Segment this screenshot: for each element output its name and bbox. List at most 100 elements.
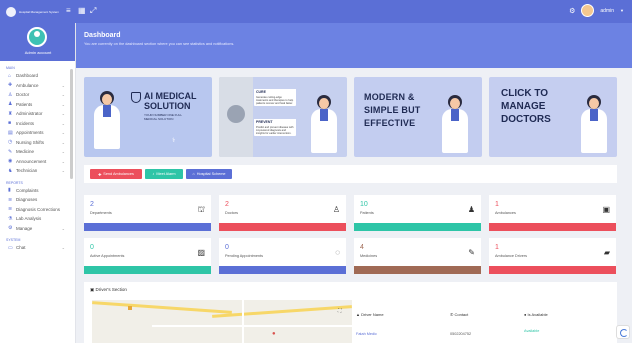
chevron-down-icon: ⌄ bbox=[61, 168, 65, 174]
sidebar-item-patients[interactable]: ♟ Patients ⌄ bbox=[0, 100, 75, 110]
manage-icon: ⚙ bbox=[8, 225, 13, 232]
stat-card-active-appointments[interactable]: 0 Active Appointments ▨ bbox=[84, 238, 211, 274]
meet-alarm-button[interactable]: ♪ Meet Alarm bbox=[145, 169, 183, 179]
sidebar-item-diagnosis-corrections[interactable]: ≋ Diagnosis Corrections bbox=[0, 205, 75, 215]
col-status-label: Is Available bbox=[527, 312, 548, 317]
diagnose-icon: ≋ bbox=[8, 206, 13, 213]
sidebar-item-ambulance[interactable]: ✚ Ambulance ⌄ bbox=[0, 81, 75, 91]
sidebar-item-medicine[interactable]: ✎ Medicine ⌄ bbox=[0, 147, 75, 157]
stat-value: 0 bbox=[90, 244, 94, 251]
pill-icon: ✎ bbox=[8, 148, 13, 155]
stat-card-doctors[interactable]: 2 Doctors ♙ bbox=[219, 195, 346, 231]
sidebar-item-diagnoses[interactable]: ≋ Diagnoses bbox=[0, 195, 75, 205]
map-pin-icon[interactable]: ● bbox=[272, 331, 276, 337]
chat-icon: ▭ bbox=[8, 244, 13, 251]
page-title: Dashboard bbox=[84, 32, 121, 39]
sidebar-item-administrator[interactable]: ♜ Administrator ⌄ bbox=[0, 109, 75, 119]
stat-value: 2 bbox=[90, 201, 94, 208]
stat-card-departments[interactable]: 2 Departments ⛫ bbox=[84, 195, 211, 231]
driver-name-cell[interactable]: Fatah Medic bbox=[356, 332, 377, 336]
chevron-down-icon: ⌄ bbox=[61, 225, 65, 231]
banner-ai-medical[interactable]: AI MEDICAL SOLUTION YOUR NUMBER ONE FULL… bbox=[84, 77, 212, 157]
profile-avatar[interactable] bbox=[27, 27, 47, 47]
menu-toggle-icon[interactable]: ≡ bbox=[66, 6, 71, 16]
banner-manage-doctors[interactable]: CLICK TO MANAGE DOCTORS bbox=[489, 77, 617, 157]
ambulance-icon: ✚ bbox=[8, 82, 13, 89]
sidebar-item-manage[interactable]: ⚙ Manage ⌄ bbox=[0, 224, 75, 234]
stat-value: 1 bbox=[495, 201, 499, 208]
chevron-down-icon: ⌄ bbox=[61, 101, 65, 107]
sidebar-item-nursing-shifts[interactable]: ◷ Nursing Shifts ⌄ bbox=[0, 138, 75, 148]
sidebar-item-complaints[interactable]: ▮ Complaints bbox=[0, 186, 75, 196]
sidebar-item-label: Patients bbox=[16, 101, 33, 107]
chevron-down-icon: ⌄ bbox=[61, 120, 65, 126]
chevron-down-icon: ⌄ bbox=[61, 130, 65, 136]
chevron-down-icon: ⌄ bbox=[61, 245, 65, 251]
top-bar: Hospital Management System ≡ ▦ ⤢ ⚙ admin… bbox=[0, 0, 632, 23]
meet-alarm-label: Meet Alarm bbox=[156, 172, 176, 176]
sidebar-item-doctor[interactable]: ♙ Doctor ⌄ bbox=[0, 90, 75, 100]
ambulance-icon: ▣ bbox=[602, 205, 610, 214]
map-fullscreen-icon[interactable]: ⛶ bbox=[338, 308, 342, 314]
sidebar-item-incidents[interactable]: ■ Incidents ⌄ bbox=[0, 119, 75, 129]
stat-card-medicines[interactable]: 4 Medicines ✎ bbox=[354, 238, 481, 274]
sidebar-item-dashboard[interactable]: ⌂ Dashboard bbox=[0, 71, 75, 81]
sidebar: Admin account MAIN ⌂ Dashboard ✚ Ambulance ⌄ ♙… bbox=[0, 23, 76, 343]
bell-icon: ♪ bbox=[152, 172, 155, 176]
stat-value: 2 bbox=[225, 201, 229, 208]
map-road bbox=[212, 305, 352, 318]
user-menu[interactable]: admin bbox=[600, 8, 614, 14]
chevron-down-icon: ⌄ bbox=[61, 111, 65, 117]
avatar[interactable] bbox=[581, 4, 595, 17]
send-ambulance-label: Send Ambulances bbox=[103, 172, 134, 176]
stat-card-patients[interactable]: 10 Patients ♟ bbox=[354, 195, 481, 231]
grid-icon[interactable]: ▦ bbox=[78, 6, 86, 16]
sidebar-item-lab-analysis[interactable]: ⚗ Lab Analysis bbox=[0, 214, 75, 224]
stat-card-pending-appointments[interactable]: 0 Pending Appointments ◌ bbox=[219, 238, 346, 274]
sidebar-item-label: Lab Analysis bbox=[16, 216, 42, 222]
calendar-check-icon: ▨ bbox=[197, 248, 205, 257]
stat-color-stripe bbox=[219, 223, 346, 231]
hospital-scheme-button[interactable]: ⌂ Hospital Scheme bbox=[186, 169, 232, 179]
stat-label: Pending Appointments bbox=[225, 254, 263, 258]
stat-color-stripe bbox=[84, 223, 211, 231]
settings-icon[interactable]: ⚙ bbox=[569, 7, 575, 15]
sidebar-item-label: Ambulance bbox=[16, 82, 39, 88]
driver-status-cell: Available bbox=[524, 329, 540, 333]
map[interactable]: ● bbox=[92, 300, 352, 343]
fullscreen-icon[interactable]: ⤢ bbox=[90, 6, 96, 16]
banner-subtitle: YOUR NUMBER ONE FULL MEDICAL SOLUTION bbox=[144, 113, 182, 121]
sidebar-item-label: Doctor bbox=[16, 92, 30, 98]
banner-modern-simple[interactable]: MODERN & SIMPLE BUT EFFECTIVE bbox=[354, 77, 482, 157]
ambulance-icon: ✚ bbox=[98, 172, 102, 177]
sidebar-item-announcement[interactable]: ◉ Announcement ⌄ bbox=[0, 157, 75, 167]
sidebar-item-label: Incidents bbox=[16, 120, 35, 126]
stat-card-ambulance-drivers[interactable]: 1 Ambulance Drivers ▰ bbox=[489, 238, 616, 274]
sidebar-item-technician[interactable]: ♞ Technician ⌄ bbox=[0, 166, 75, 176]
recaptcha-badge-icon[interactable] bbox=[616, 325, 630, 339]
stat-label: Patients bbox=[360, 211, 374, 215]
syringe-icon: ✎ bbox=[468, 248, 475, 257]
stat-value: 0 bbox=[225, 244, 229, 251]
brand-logo-icon bbox=[6, 7, 16, 17]
banner-title: MODERN & SIMPLE BUT EFFECTIVE bbox=[364, 92, 421, 128]
stat-color-stripe bbox=[489, 223, 616, 231]
stat-card-ambulances[interactable]: 1 Ambulances ▣ bbox=[489, 195, 616, 231]
chevron-down-icon: ⌄ bbox=[61, 158, 65, 164]
doctor-illustration bbox=[90, 91, 124, 151]
shield-icon bbox=[131, 92, 141, 103]
brand[interactable]: Hospital Management System bbox=[6, 5, 62, 19]
drivers-title: ▣ Driver's Section bbox=[90, 287, 127, 293]
profile-name[interactable]: Admin account bbox=[0, 50, 76, 55]
send-ambulance-button[interactable]: ✚ Send Ambulances bbox=[90, 169, 142, 179]
sidebar-item-appointments[interactable]: ▤ Appointments ⌄ bbox=[0, 128, 75, 138]
banner-title: CLICK TO MANAGE DOCTORS bbox=[501, 88, 551, 125]
prevent-text: Predict and prevent disease with AI-powe… bbox=[256, 126, 294, 135]
sidebar-item-chat[interactable]: ▭ Chat ⌄ bbox=[0, 243, 75, 253]
calendar-icon: ▤ bbox=[8, 129, 13, 136]
chevron-down-icon[interactable]: ▼ bbox=[620, 8, 624, 13]
banner-cure-prevent[interactable]: CURE Generate cutting-edge treatments an… bbox=[219, 77, 347, 157]
sidebar-item-label: Diagnosis Corrections bbox=[16, 206, 61, 212]
action-bar: ✚ Send Ambulances ♪ Meet Alarm ⌂ Hospita… bbox=[84, 165, 617, 183]
sidebar-scrollbar[interactable] bbox=[70, 69, 73, 179]
